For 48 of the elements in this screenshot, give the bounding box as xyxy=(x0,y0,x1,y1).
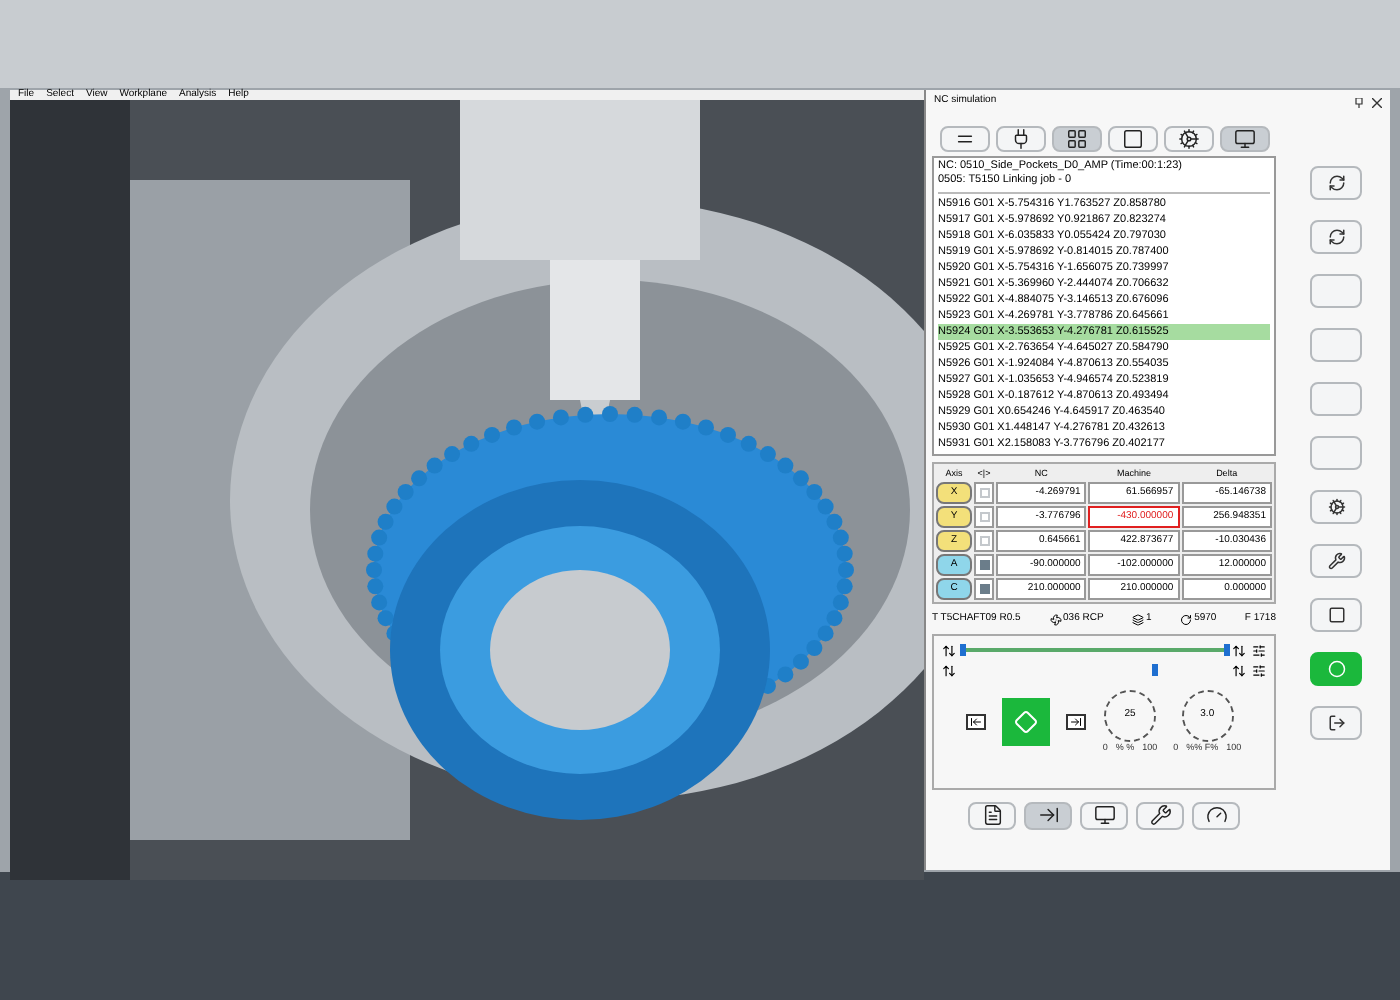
slider-handle[interactable] xyxy=(959,644,965,656)
axis-checkbox[interactable] xyxy=(979,488,989,498)
tool-button[interactable] xyxy=(1163,126,1213,152)
tool-button[interactable] xyxy=(1136,801,1184,829)
slider-handle[interactable] xyxy=(1223,644,1229,656)
side-button[interactable] xyxy=(1310,490,1362,524)
monitor-icon xyxy=(1233,128,1255,150)
grid-icon xyxy=(1065,128,1087,150)
tool-button[interactable] xyxy=(1107,126,1157,152)
rectangle-icon xyxy=(1121,128,1143,150)
side-button[interactable] xyxy=(1310,706,1362,740)
circle-icon xyxy=(1327,660,1345,678)
side-button[interactable] xyxy=(1310,544,1362,578)
document-icon xyxy=(981,804,1003,826)
axis-checkbox[interactable] xyxy=(979,584,989,594)
axis-checkbox[interactable] xyxy=(979,536,989,546)
diamond-icon xyxy=(1014,709,1039,734)
axis-checkbox[interactable] xyxy=(979,560,989,570)
tool-button[interactable] xyxy=(939,126,989,152)
tool-button[interactable] xyxy=(968,801,1016,829)
tool-button[interactable] xyxy=(1192,801,1240,829)
pin-icon[interactable] xyxy=(1354,97,1364,107)
tool-button[interactable] xyxy=(995,126,1045,152)
frame-icon xyxy=(1327,606,1345,624)
step-forward-button[interactable] xyxy=(1066,713,1087,730)
wrench-icon xyxy=(1149,804,1171,826)
slider-settings-icon[interactable] xyxy=(1252,643,1266,657)
slider-handle[interactable] xyxy=(1152,664,1159,676)
tool-button[interactable] xyxy=(1024,801,1072,829)
axis-checkbox[interactable] xyxy=(979,512,989,522)
range-slider-track[interactable] xyxy=(962,644,1226,656)
gauge-icon xyxy=(1205,804,1227,826)
step-back-icon xyxy=(970,715,983,728)
exit-icon xyxy=(1327,714,1345,732)
step-arrow-icon xyxy=(1037,804,1059,826)
tool-button[interactable] xyxy=(1219,126,1269,152)
tool-button[interactable] xyxy=(1051,126,1101,152)
step-back-button[interactable] xyxy=(966,713,987,730)
side-button[interactable] xyxy=(1310,598,1362,632)
side-button[interactable] xyxy=(1310,220,1362,254)
wrench-icon xyxy=(1327,552,1345,570)
rotate-icon xyxy=(1327,174,1345,192)
tool-button[interactable] xyxy=(1080,801,1128,829)
close-icon[interactable] xyxy=(1372,97,1382,107)
side-button[interactable] xyxy=(1310,166,1362,200)
rotate-icon xyxy=(1327,228,1345,246)
step-forward-icon xyxy=(1070,715,1083,728)
slider-settings-icon[interactable] xyxy=(1252,663,1266,677)
